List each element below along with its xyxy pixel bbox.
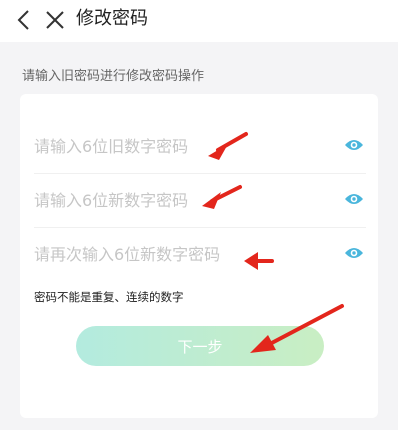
old-password-row — [34, 119, 366, 174]
password-rule-text: 密码不能是重复、连续的数字 — [34, 290, 184, 304]
eye-icon[interactable] — [344, 245, 364, 261]
instruction-text: 请输入旧密码进行修改密码操作 — [22, 69, 205, 84]
new-password-input[interactable] — [34, 173, 324, 227]
old-password-input[interactable] — [34, 119, 324, 173]
eye-icon[interactable] — [344, 191, 364, 207]
eye-icon[interactable] — [344, 137, 364, 153]
confirm-password-row — [34, 227, 366, 281]
chevron-left-icon[interactable] — [13, 6, 35, 34]
close-icon[interactable] — [42, 7, 68, 33]
new-password-row — [34, 173, 366, 228]
top-bar: 修改密码 — [0, 0, 398, 42]
next-step-button[interactable]: 下一步 — [76, 326, 324, 366]
page-title: 修改密码 — [76, 8, 148, 29]
confirm-password-input[interactable] — [34, 227, 324, 281]
password-form-card: 密码不能是重复、连续的数字 下一步 — [20, 94, 378, 418]
